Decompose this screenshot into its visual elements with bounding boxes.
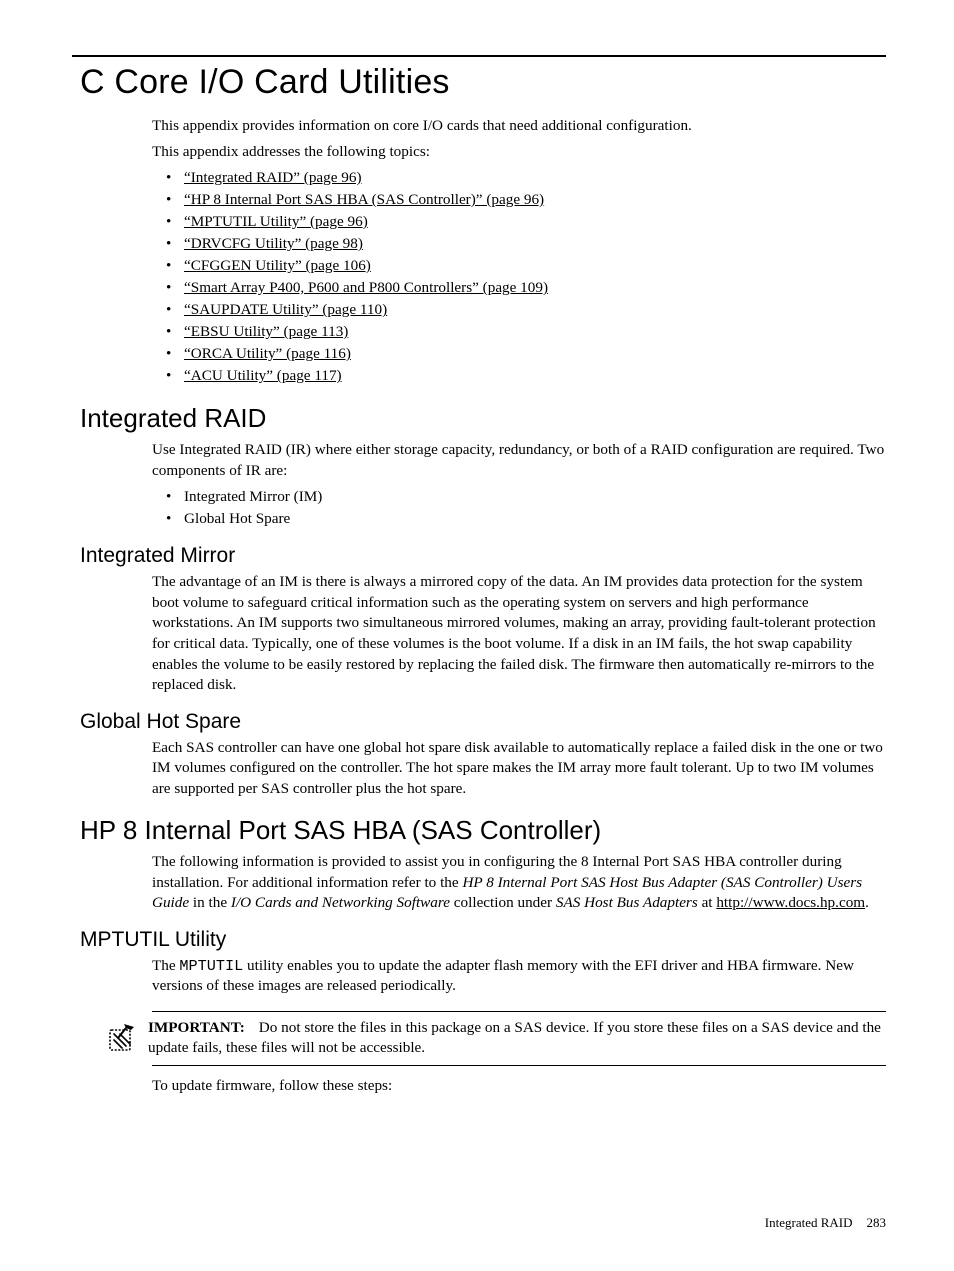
toc-item: “MPTUTIL Utility” (page 96) (184, 211, 886, 233)
rule (152, 1065, 886, 1066)
toc-item: “EBSU Utility” (page 113) (184, 321, 886, 343)
heading-integrated-raid: Integrated RAID (72, 403, 886, 434)
toc-list: “Integrated RAID” (page 96) “HP 8 Intern… (152, 167, 886, 387)
important-label: IMPORTANT: (148, 1019, 245, 1036)
heading-hp8: HP 8 Internal Port SAS HBA (SAS Controll… (72, 815, 886, 846)
text: collection under (450, 894, 556, 911)
mono-text: MPTUTIL (179, 957, 243, 975)
text: The (152, 957, 179, 974)
toc-link-ebsu[interactable]: “EBSU Utility” (page 113) (184, 323, 348, 340)
top-rule (72, 55, 886, 57)
intro-p1: This appendix provides information on co… (152, 116, 886, 137)
docs-link[interactable]: http://www.docs.hp.com (716, 894, 865, 911)
heading-global-hot-spare: Global Hot Spare (72, 710, 886, 734)
text: in the (189, 894, 231, 911)
toc-item: “Integrated RAID” (page 96) (184, 167, 886, 189)
footer-section: Integrated RAID (765, 1215, 853, 1230)
footer-page: 283 (867, 1215, 887, 1230)
text: . (865, 894, 869, 911)
toc-link-cfggen[interactable]: “CFGGEN Utility” (page 106) (184, 257, 371, 274)
important-body: Do not store the files in this package o… (148, 1019, 881, 1057)
integrated-raid-items: Integrated Mirror (IM) Global Hot Spare (152, 486, 886, 530)
toc-item: “SAUPDATE Utility” (page 110) (184, 299, 886, 321)
italic-text: I/O Cards and Networking Software (231, 894, 450, 911)
toc-link-saupdate[interactable]: “SAUPDATE Utility” (page 110) (184, 301, 387, 318)
page-title: C Core I/O Card Utilities (72, 63, 886, 102)
toc-link-integrated-raid[interactable]: “Integrated RAID” (page 96) (184, 169, 362, 186)
page-footer: Integrated RAID 283 (765, 1215, 886, 1231)
toc-link-mptutil[interactable]: “MPTUTIL Utility” (page 96) (184, 213, 368, 230)
toc-link-acu[interactable]: “ACU Utility” (page 117) (184, 367, 342, 384)
mptutil-p2: To update firmware, follow these steps: (152, 1076, 886, 1097)
toc-item: “DRVCFG Utility” (page 98) (184, 233, 886, 255)
toc-item: “HP 8 Internal Port SAS HBA (SAS Control… (184, 189, 886, 211)
hp8-p1: The following information is provided to… (152, 852, 886, 914)
toc-item: “CFGGEN Utility” (page 106) (184, 255, 886, 277)
toc-item: “ORCA Utility” (page 116) (184, 343, 886, 365)
mptutil-p1: The MPTUTIL utility enables you to updat… (152, 956, 886, 997)
toc-link-hp8[interactable]: “HP 8 Internal Port SAS HBA (SAS Control… (184, 191, 544, 208)
heading-integrated-mirror: Integrated Mirror (72, 544, 886, 568)
important-text: IMPORTANT:Do not store the files in this… (148, 1018, 886, 1059)
heading-mptutil: MPTUTIL Utility (72, 928, 886, 952)
text: utility enables you to update the adapte… (152, 957, 854, 995)
toc-link-drvcfg[interactable]: “DRVCFG Utility” (page 98) (184, 235, 363, 252)
note-icon (104, 1020, 138, 1059)
integrated-mirror-p1: The advantage of an IM is there is alway… (152, 572, 886, 695)
toc-item: “ACU Utility” (page 117) (184, 365, 886, 387)
global-hot-spare-p1: Each SAS controller can have one global … (152, 738, 886, 800)
list-item: Integrated Mirror (IM) (184, 486, 886, 508)
italic-text: SAS Host Bus Adapters (556, 894, 698, 911)
text: at (698, 894, 717, 911)
intro-p2: This appendix addresses the following to… (152, 142, 886, 163)
integrated-raid-p1: Use Integrated RAID (IR) where either st… (152, 440, 886, 481)
toc-item: “Smart Array P400, P600 and P800 Control… (184, 277, 886, 299)
toc-link-orca[interactable]: “ORCA Utility” (page 116) (184, 345, 351, 362)
list-item: Global Hot Spare (184, 508, 886, 530)
toc-link-smart-array[interactable]: “Smart Array P400, P600 and P800 Control… (184, 279, 548, 296)
